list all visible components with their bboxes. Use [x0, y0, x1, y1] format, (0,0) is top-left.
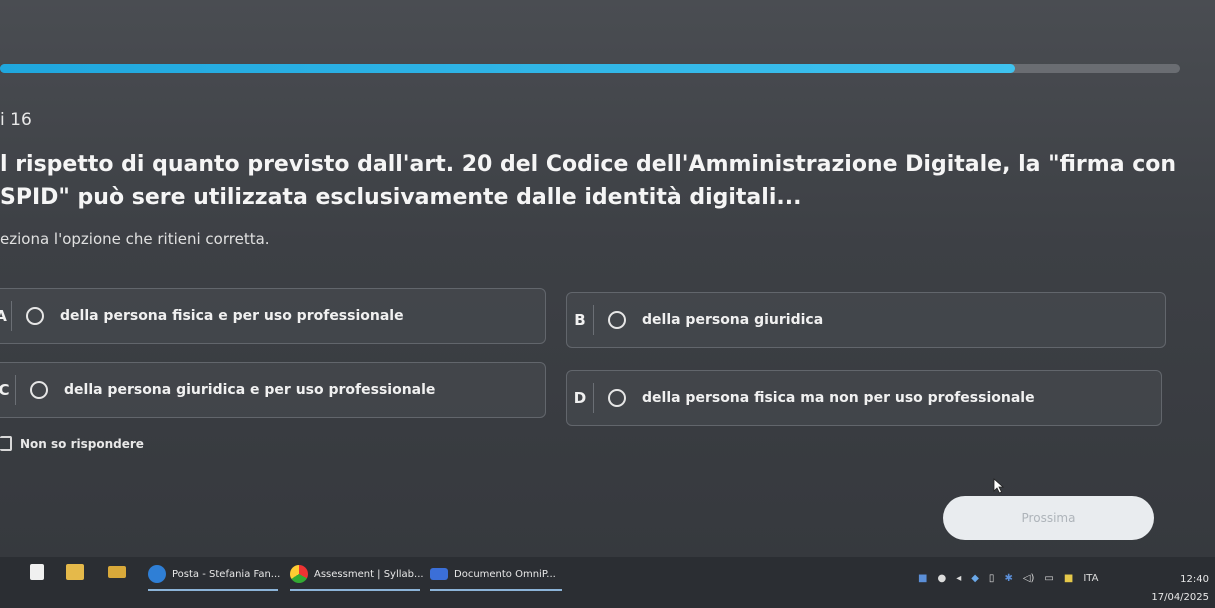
option-b-text: della persona giuridica — [642, 312, 824, 328]
volume-icon[interactable]: ◁) — [1023, 573, 1035, 584]
taskbar: Posta - Stefania Fan... Assessment | Syl… — [0, 557, 1215, 608]
option-a-radio[interactable] — [26, 307, 44, 325]
taskbar-clock[interactable]: 12:40 17/04/2025 — [1151, 571, 1209, 607]
tray-app-icon[interactable]: ■ — [1064, 573, 1073, 584]
app-active-indicator — [430, 589, 562, 591]
option-d[interactable]: D della persona fisica ma non per uso pr… — [566, 370, 1162, 426]
option-separator — [15, 375, 16, 405]
system-tray: ■ ● ◂ ◆ ▯ ✱ ◁) ▭ ■ ITA — [918, 573, 1098, 584]
chrome-icon — [290, 565, 308, 583]
tray-app-icon[interactable]: ● — [937, 573, 946, 584]
taskbar-app-label: Posta - Stefania Fan... — [172, 568, 281, 580]
question-text: l rispetto di quanto previsto dall'art. … — [0, 152, 1177, 210]
question-number: i 16 — [0, 110, 32, 130]
mail-icon — [148, 565, 166, 583]
taskbar-app-label: Documento OmniP... — [454, 568, 556, 580]
option-b-letter: B — [574, 311, 586, 329]
option-b-radio[interactable] — [608, 311, 626, 329]
mouse-cursor-icon — [993, 478, 1005, 494]
network-icon[interactable]: ▭ — [1044, 573, 1053, 584]
language-indicator[interactable]: ITA — [1083, 573, 1098, 584]
option-d-text: della persona fisica ma non per uso prof… — [642, 390, 1035, 406]
file-explorer-icon[interactable] — [66, 564, 84, 580]
taskbar-app-label: Assessment | Syllab... — [314, 568, 424, 580]
question-instruction: eziona l'opzione che ritieni corretta. — [0, 230, 270, 248]
option-a-text: della persona fisica e per uso professio… — [60, 308, 404, 324]
progress-bar — [0, 64, 1180, 73]
skip-checkbox[interactable] — [0, 436, 12, 451]
tray-app-icon[interactable]: ■ — [918, 573, 927, 584]
battery-icon[interactable]: ▯ — [989, 573, 995, 584]
skip-option[interactable]: Non so rispondere — [0, 436, 144, 451]
option-a[interactable]: A della persona fisica e per uso profess… — [0, 288, 546, 344]
folder-icon[interactable] — [108, 566, 126, 578]
clock-time: 12:40 — [1180, 574, 1209, 585]
taskbar-app-mail[interactable]: Posta - Stefania Fan... — [148, 561, 281, 591]
app-active-indicator — [290, 589, 420, 591]
option-a-letter: A — [0, 307, 7, 325]
option-separator — [593, 383, 594, 413]
bluetooth-icon[interactable]: ✱ — [1004, 573, 1012, 584]
option-b[interactable]: B della persona giuridica — [566, 292, 1166, 348]
progress-fill — [0, 64, 1015, 73]
option-separator — [11, 301, 12, 331]
taskbar-app-document[interactable]: Documento OmniP... — [430, 561, 562, 591]
document-icon — [430, 568, 448, 580]
taskbar-app-browser[interactable]: Assessment | Syllab... — [290, 561, 424, 591]
option-c-radio[interactable] — [30, 381, 48, 399]
option-c-text: della persona giuridica e per uso profes… — [64, 382, 436, 398]
option-c[interactable]: C della persona giuridica e per uso prof… — [0, 362, 546, 418]
app-active-indicator — [148, 589, 278, 591]
next-button[interactable]: Prossima — [943, 496, 1154, 540]
task-view-icon[interactable] — [30, 564, 44, 580]
option-d-letter: D — [573, 389, 587, 407]
skip-label: Non so rispondere — [20, 436, 144, 451]
tray-app-icon[interactable]: ◆ — [971, 573, 979, 584]
option-d-radio[interactable] — [608, 389, 626, 407]
option-separator — [593, 305, 594, 335]
option-c-letter: C — [0, 381, 10, 399]
chevron-left-icon[interactable]: ◂ — [956, 573, 961, 584]
clock-date: 17/04/2025 — [1151, 592, 1209, 603]
